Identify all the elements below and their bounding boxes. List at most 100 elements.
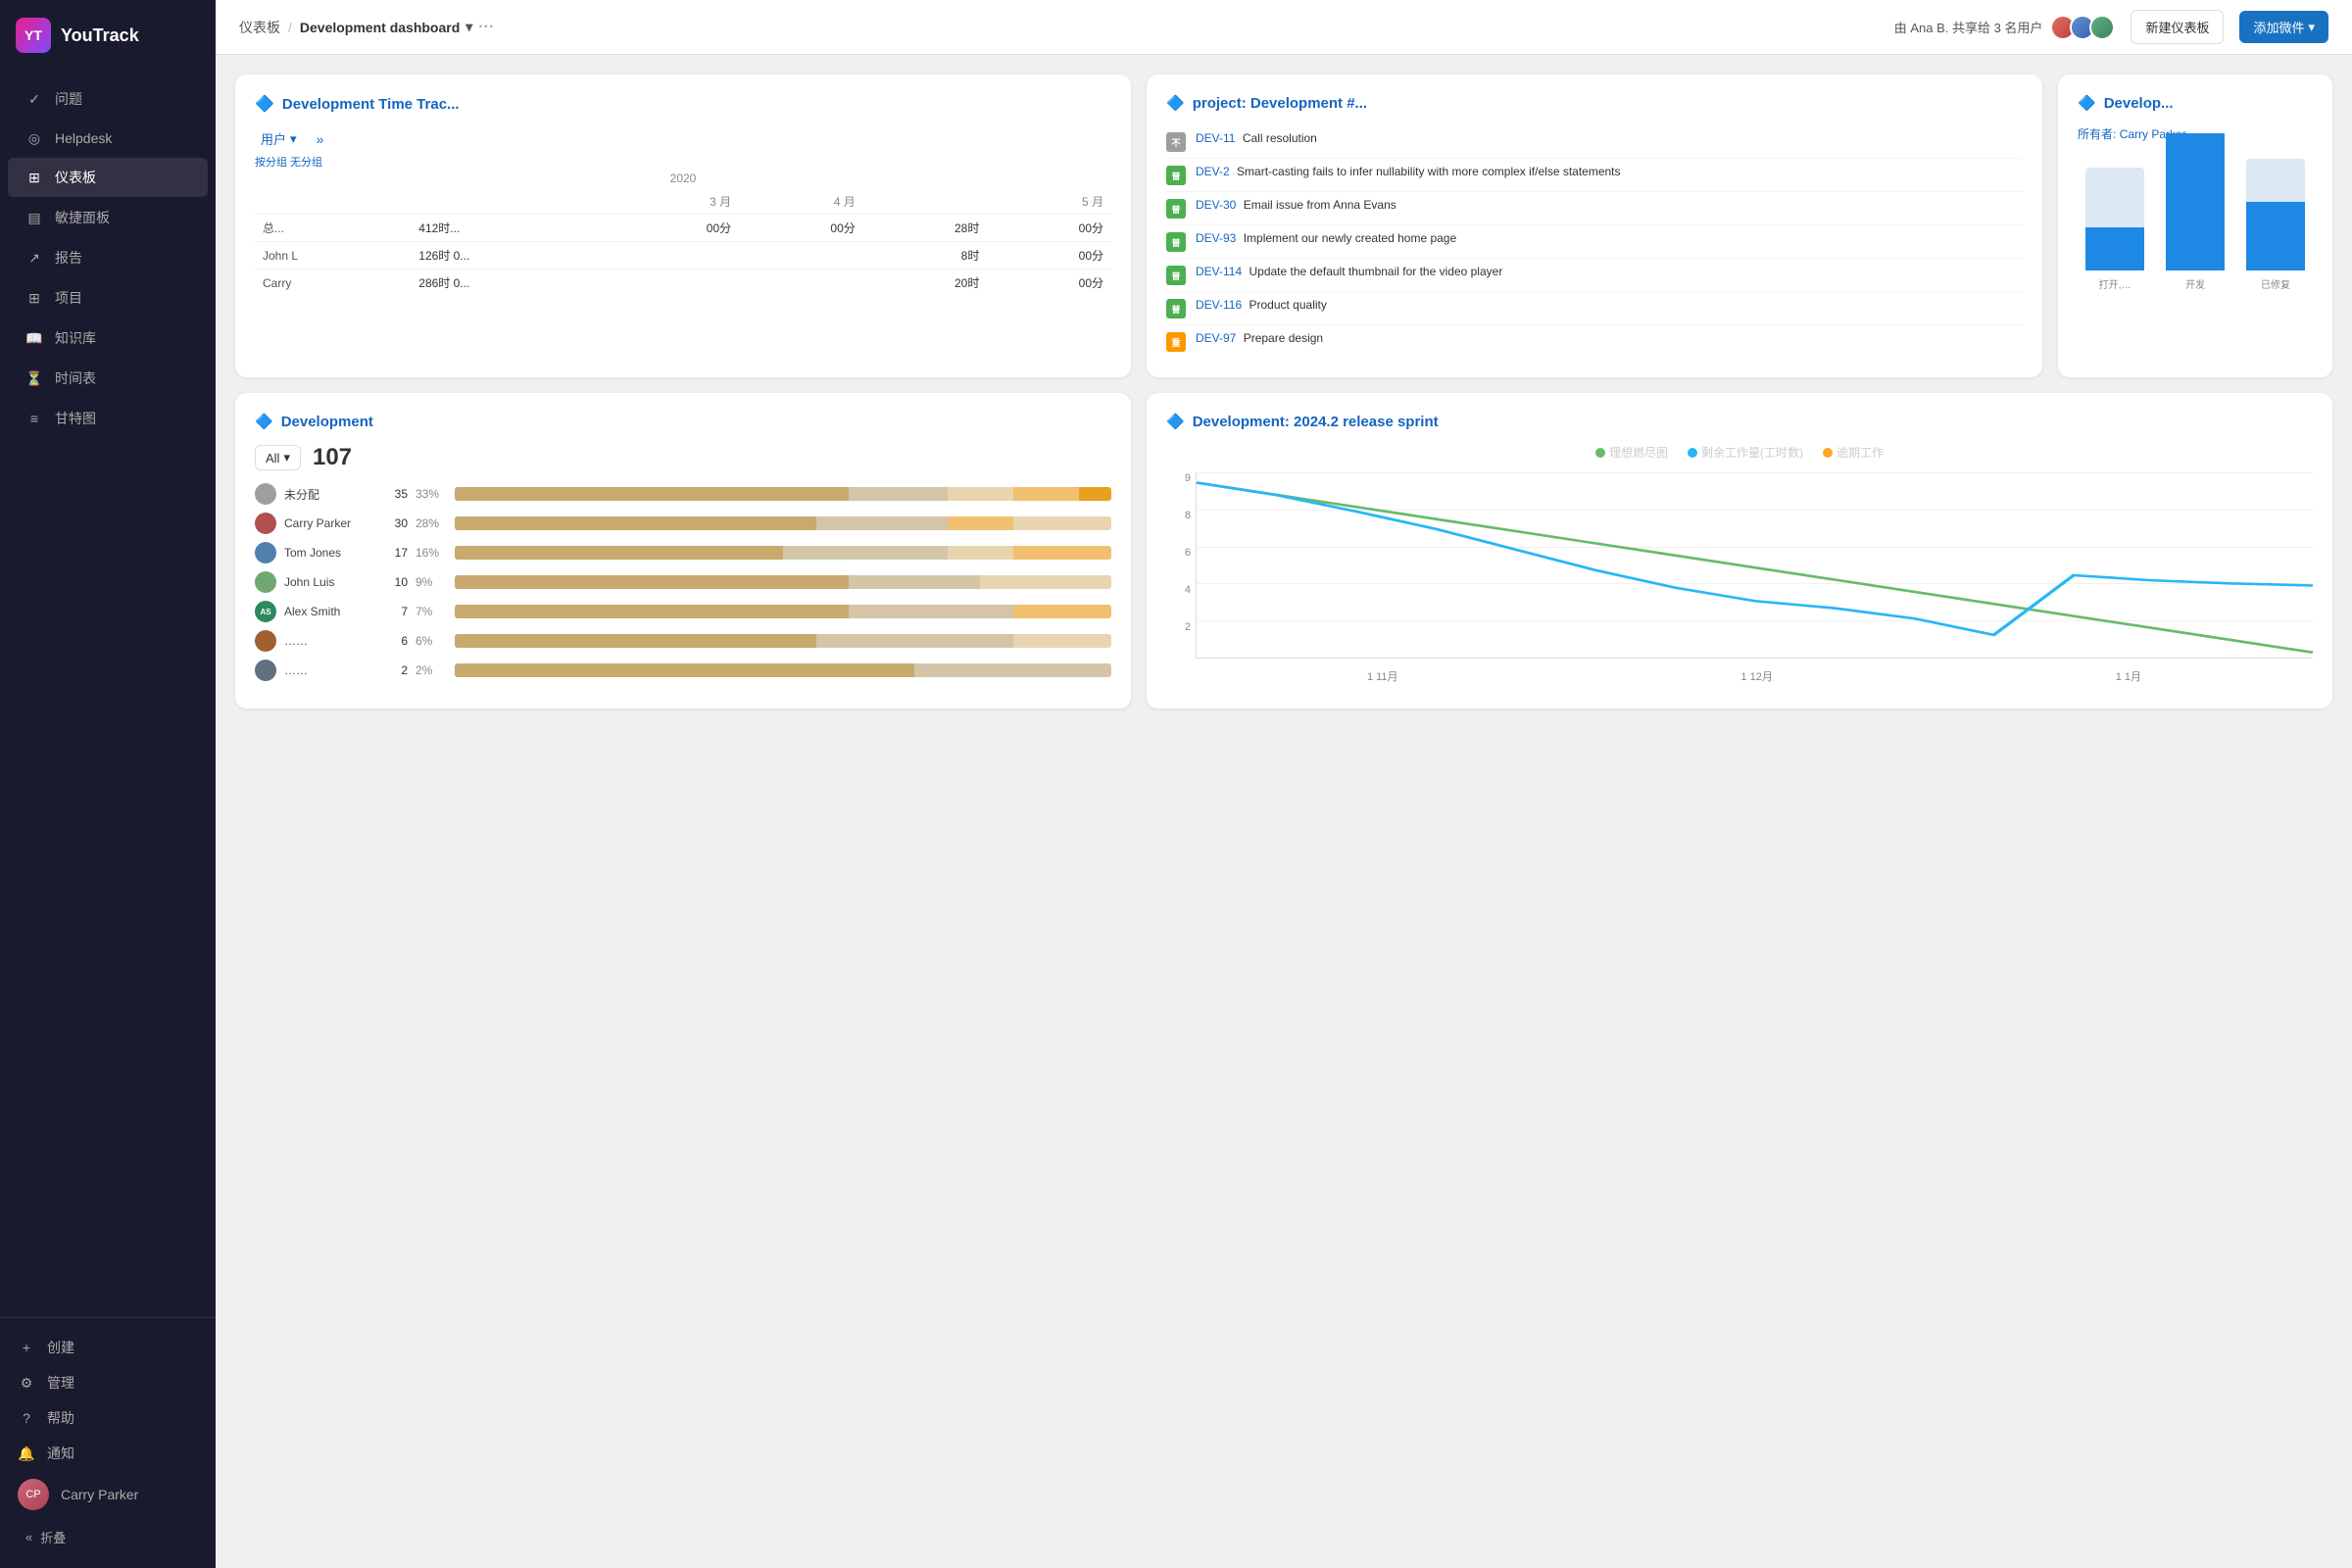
dist-bar-segment [1013, 605, 1112, 618]
dist-row[interactable]: …… 6 6% [255, 630, 1111, 652]
issues-card: 🔷 project: Development #... 不 DEV-11 Cal… [1147, 74, 2042, 377]
time-table-row: Carry 286时 0... 20时 00分 [255, 270, 1111, 297]
headset-icon: ◎ [25, 129, 43, 147]
y-axis-label: 4 [1166, 584, 1191, 596]
sidebar-item-label-knowledge: 知识库 [55, 328, 96, 348]
chart-x-labels: 1 11月1 12月1 1月 [1196, 664, 2313, 688]
user-filter-button[interactable]: 用户 ▾ [255, 127, 303, 150]
dist-row[interactable]: AS Alex Smith 7 7% [255, 601, 1111, 622]
main-content: 仪表板 / Development dashboard ▾ ··· 由 Ana … [216, 0, 2352, 1568]
sidebar-bottom-help[interactable]: ?帮助 [8, 1400, 208, 1436]
sprint-icon: 🔷 [1166, 413, 1185, 430]
sidebar-item-label-helpdesk: Helpdesk [55, 130, 112, 146]
total-count: 107 [313, 444, 352, 471]
add-widget-button[interactable]: 添加微件 ▾ [2239, 11, 2328, 43]
sprint-card-title: 🔷 Development: 2024.2 release sprint [1166, 413, 2313, 430]
sidebar-item-timesheet[interactable]: ⏳ 时间表 [8, 359, 208, 398]
all-filter-button[interactable]: All ▾ [255, 445, 301, 470]
dist-avatar [255, 513, 276, 534]
dropdown-arrow-icon[interactable]: ▾ [466, 19, 472, 35]
dist-row[interactable]: Carry Parker 30 28% [255, 513, 1111, 534]
dist-row[interactable]: 未分配 35 33% [255, 483, 1111, 505]
app-name: YouTrack [61, 25, 139, 46]
legend-item: 逾期工作 [1823, 444, 1884, 461]
ideal-line [1197, 483, 2313, 653]
sidebar-item-reports[interactable]: ↗报告 [8, 238, 208, 277]
user-profile-item[interactable]: CP Carry Parker [8, 1471, 208, 1518]
dist-bar-segment [455, 663, 914, 677]
question-icon: ? [18, 1409, 35, 1427]
issue-item[interactable]: 普 DEV-114 Update the default thumbnail f… [1166, 259, 2023, 292]
legend-label: 理想燃尽图 [1609, 444, 1668, 461]
user-name-label: Carry Parker [61, 1487, 138, 1502]
dist-bar [455, 605, 1111, 618]
breadcrumb-root[interactable]: 仪表板 [239, 18, 280, 37]
hourglass-icon: ⏳ [25, 369, 43, 387]
new-dashboard-button[interactable]: 新建仪表板 [2131, 10, 2224, 44]
issue-item[interactable]: 重 DEV-97 Prepare design [1166, 325, 2023, 358]
issue-item[interactable]: 普 DEV-30 Email issue from Anna Evans [1166, 192, 2023, 225]
sidebar-item-issues[interactable]: ✓问题 [8, 79, 208, 119]
app-logo-icon: YT [16, 18, 51, 53]
sidebar-item-knowledge[interactable]: 📖 知识库 [8, 318, 208, 358]
more-options-icon[interactable]: ··· [478, 19, 494, 36]
distribution-card: 🔷 Development All ▾ 107 未分配 35 33% Carry… [235, 393, 1131, 709]
dist-avatar [255, 630, 276, 652]
dist-row[interactable]: John Luis 10 9% [255, 571, 1111, 593]
issue-item[interactable]: 普 DEV-116 Product quality [1166, 292, 2023, 325]
dist-bar-segment [455, 487, 849, 501]
x-axis-label: 1 12月 [1740, 668, 1772, 684]
sidebar-item-label-agile: 敏捷面板 [55, 208, 110, 227]
legend-dot [1688, 448, 1697, 458]
sidebar-bottom-create[interactable]: +创建 [8, 1330, 208, 1365]
dist-avatar [255, 660, 276, 681]
legend-item: 剩余工作量(工时数) [1688, 444, 1803, 461]
sidebar-item-projects[interactable]: ⊞项目 [8, 278, 208, 318]
user-avatar: CP [18, 1479, 49, 1510]
dist-bar-segment [849, 575, 980, 589]
sprint-card: 🔷 Development: 2024.2 release sprint 理想燃… [1147, 393, 2332, 709]
issue-item[interactable]: 不 DEV-11 Call resolution [1166, 125, 2023, 159]
sidebar-item-label-projects: 项目 [55, 288, 82, 308]
legend-item: 理想燃尽图 [1595, 444, 1668, 461]
dist-bar-segment [1013, 634, 1112, 648]
sidebar-item-gantt[interactable]: ≡甘特图 [8, 399, 208, 438]
gantt-icon: ≡ [25, 410, 43, 427]
dist-bar [455, 634, 1111, 648]
dist-row[interactable]: Tom Jones 17 16% [255, 542, 1111, 564]
legend-label: 剩余工作量(工时数) [1701, 444, 1803, 461]
sidebar-item-label-dashboard: 仪表板 [55, 168, 96, 187]
gear-icon: ⚙ [18, 1374, 35, 1392]
book-icon: 📖 [25, 329, 43, 347]
dist-row[interactable]: …… 2 2% [255, 660, 1111, 681]
issues-card-title: 🔷 project: Development #... [1166, 94, 2023, 112]
sidebar-bottom-manage[interactable]: ⚙管理 [8, 1365, 208, 1400]
add-widget-dropdown-icon: ▾ [2308, 20, 2315, 35]
collapse-icon: « [25, 1530, 32, 1544]
sidebar-item-dashboard[interactable]: ⊞ 仪表板 [8, 158, 208, 197]
time-nav-forward[interactable]: » [311, 129, 330, 149]
shared-avatar-3 [2089, 15, 2115, 40]
dist-bar-segment [455, 546, 783, 560]
dist-bar-segment [948, 546, 1013, 560]
collapse-sidebar-button[interactable]: « 折叠 [8, 1518, 208, 1556]
sidebar-item-agile[interactable]: ▤敏捷面板 [8, 198, 208, 237]
remaining-line [1197, 483, 2313, 635]
issue-item[interactable]: 普 DEV-2 Smart-casting fails to infer nul… [1166, 159, 2023, 192]
sidebar-item-label-timesheet: 时间表 [55, 368, 96, 388]
issue-item[interactable]: 普 DEV-93 Implement our newly created hom… [1166, 225, 2023, 259]
bar-label: 开发 [2185, 276, 2205, 291]
bar-filled [2085, 227, 2145, 270]
dist-bar-segment [455, 516, 816, 530]
sprint-legend: 理想燃尽图 剩余工作量(工时数) 逾期工作 [1166, 444, 2313, 461]
sidebar: YT YouTrack ✓问题◎Helpdesk⊞仪表板▤敏捷面板↗报告⊞项目📖… [0, 0, 216, 1568]
all-filter-arrow: ▾ [283, 450, 290, 466]
dashboard-icon: ⊞ [25, 169, 43, 186]
sidebar-logo: YT YouTrack [0, 0, 216, 71]
sidebar-item-helpdesk[interactable]: ◎ Helpdesk [8, 120, 208, 157]
issue-badge: 普 [1166, 166, 1186, 185]
issue-badge: 普 [1166, 199, 1186, 219]
bell-icon: 🔔 [18, 1445, 35, 1462]
sidebar-bottom-notify[interactable]: 🔔通知 [8, 1436, 208, 1471]
issue-badge: 普 [1166, 299, 1186, 318]
